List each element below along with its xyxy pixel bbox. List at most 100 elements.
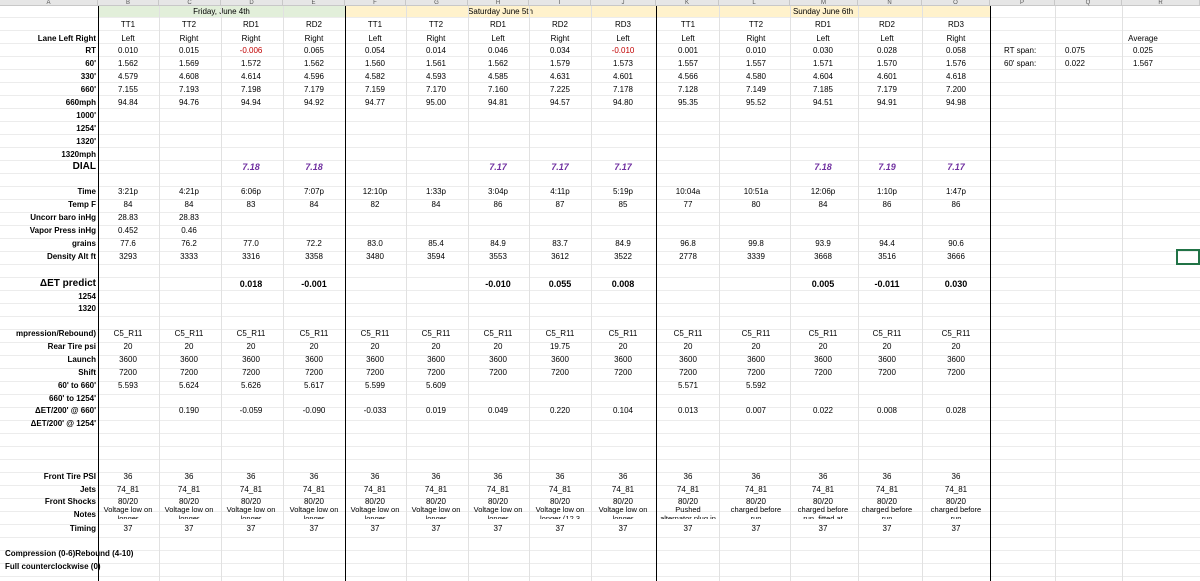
cell-timing[interactable]: 37 [619, 524, 628, 534]
rt-span-label[interactable]: RT span: [1004, 46, 1036, 56]
cell-det660[interactable]: 0.220 [550, 406, 570, 416]
cell-density[interactable]: 3612 [551, 252, 569, 262]
cell-time[interactable]: 4:21p [179, 187, 199, 197]
row-label-grains[interactable]: grains [72, 239, 96, 249]
cell-jets[interactable]: 74_81 [364, 485, 386, 495]
cell-s660[interactable]: 7.193 [179, 85, 199, 95]
cell-et_predict[interactable]: 0.055 [549, 279, 572, 289]
cell-rt[interactable]: 0.015 [179, 46, 199, 56]
cell-mph660[interactable]: 94.84 [118, 98, 138, 108]
cell-s660[interactable]: 7.159 [365, 85, 385, 95]
cell-rear_psi[interactable]: 20 [432, 342, 441, 352]
cell-s660[interactable]: 7.149 [746, 85, 766, 95]
cell-notes2[interactable]: longer (12.3 [540, 514, 580, 519]
run-header[interactable]: TT1 [121, 20, 135, 30]
cell-notes2[interactable]: run [882, 514, 893, 519]
cell-det660[interactable]: 0.049 [488, 406, 508, 416]
cell-notes2[interactable]: alternator plug in [660, 514, 716, 519]
row-label-mph660[interactable]: 660mph [66, 98, 96, 108]
cell-shift[interactable]: 7200 [305, 368, 323, 378]
cell-grains[interactable]: 77.0 [243, 239, 259, 249]
cell-s330[interactable]: 4.631 [550, 72, 570, 82]
cell-front_psi[interactable]: 36 [819, 472, 828, 482]
row-label-lane[interactable]: Lane Left Right [38, 34, 96, 44]
cell-lane[interactable]: Right [747, 34, 766, 44]
cell-s60_660[interactable]: 5.609 [426, 381, 446, 391]
cell-rear_psi[interactable]: 20 [684, 342, 693, 352]
s60-span-value[interactable]: 0.022 [1065, 59, 1085, 69]
row-label-rt[interactable]: RT [85, 46, 96, 56]
cell-mph660[interactable]: 95.35 [678, 98, 698, 108]
cell-front_psi[interactable]: 36 [952, 472, 961, 482]
cell-comp[interactable]: C5_R11 [873, 329, 902, 339]
row-label-s1254[interactable]: 1254' [76, 124, 96, 134]
cell-launch[interactable]: 3600 [814, 355, 832, 365]
cell-s60[interactable]: 1.569 [179, 59, 199, 69]
cell-shift[interactable]: 7200 [614, 368, 632, 378]
row-label-launch[interactable]: Launch [68, 355, 96, 365]
cell-rear_psi[interactable]: 20 [819, 342, 828, 352]
cell-grains[interactable]: 85.4 [428, 239, 444, 249]
cell-front_psi[interactable]: 36 [185, 472, 194, 482]
cell-s660[interactable]: 7.160 [488, 85, 508, 95]
cell-s330[interactable]: 4.580 [746, 72, 766, 82]
row-label-jets[interactable]: Jets [80, 485, 96, 495]
cell-shift[interactable]: 7200 [366, 368, 384, 378]
cell-dial[interactable]: 7.18 [814, 162, 832, 172]
cell-jets[interactable]: 74_81 [240, 485, 262, 495]
cell-comp[interactable]: C5_R11 [674, 329, 703, 339]
run-header[interactable]: RD1 [243, 20, 259, 30]
cell-lane[interactable]: Left [880, 34, 893, 44]
cell-grains[interactable]: 83.7 [552, 239, 568, 249]
cell-comp[interactable]: C5_R11 [942, 329, 971, 339]
cell-s60_660[interactable]: 5.624 [179, 381, 199, 391]
cell-notes2[interactable]: longer [118, 514, 139, 519]
cell-shift[interactable]: 7200 [119, 368, 137, 378]
cell-s660[interactable]: 7.198 [241, 85, 261, 95]
cell-timing[interactable]: 37 [247, 524, 256, 534]
cell-s330[interactable]: 4.582 [365, 72, 385, 82]
cell-grains[interactable]: 90.6 [948, 239, 964, 249]
cell-temp[interactable]: 85 [619, 200, 628, 210]
cell-temp[interactable]: 82 [371, 200, 380, 210]
cell-grains[interactable]: 84.9 [490, 239, 506, 249]
cell-density[interactable]: 3480 [366, 252, 384, 262]
cell-s60_660[interactable]: 5.593 [118, 381, 138, 391]
cell-s60_660[interactable]: 5.599 [365, 381, 385, 391]
cell-s330[interactable]: 4.596 [304, 72, 324, 82]
cell-launch[interactable]: 3600 [305, 355, 323, 365]
cell-mph660[interactable]: 94.51 [813, 98, 833, 108]
cell-notes2[interactable]: longer [426, 514, 447, 519]
cell-density[interactable]: 3316 [242, 252, 260, 262]
cell-det660[interactable]: 0.104 [613, 406, 633, 416]
row-label-comp[interactable]: mpression/Rebound) [16, 329, 96, 339]
cell-front_psi[interactable]: 36 [310, 472, 319, 482]
cell-det660[interactable]: 0.028 [946, 406, 966, 416]
cell-rear_psi[interactable]: 20 [752, 342, 761, 352]
cell-jets[interactable]: 74_81 [612, 485, 634, 495]
cell-et_predict[interactable]: 0.018 [240, 279, 263, 289]
cell-shift[interactable]: 7200 [814, 368, 832, 378]
cell-front_psi[interactable]: 36 [247, 472, 256, 482]
run-header[interactable]: RD3 [615, 20, 631, 30]
cell-mph660[interactable]: 94.92 [304, 98, 324, 108]
run-header[interactable]: RD2 [879, 20, 895, 30]
cell-notes2[interactable]: run [751, 514, 762, 519]
cell-comp[interactable]: C5_R11 [175, 329, 204, 339]
cell-s660[interactable]: 7.179 [877, 85, 897, 95]
column-header-q[interactable]: Q [1055, 0, 1122, 6]
cell-rear_psi[interactable]: 20 [494, 342, 503, 352]
cell-front_psi[interactable]: 36 [619, 472, 628, 482]
cell-lane[interactable]: Left [816, 34, 829, 44]
cell-timing[interactable]: 37 [684, 524, 693, 534]
cell-et_predict[interactable]: -0.011 [874, 279, 899, 289]
cell-grains[interactable]: 76.2 [181, 239, 197, 249]
cell-density[interactable]: 3333 [180, 252, 198, 262]
cell-notes2[interactable]: longer [241, 514, 262, 519]
cell-s60_660[interactable]: 5.571 [678, 381, 698, 391]
cell-timing[interactable]: 37 [494, 524, 503, 534]
cell-s330[interactable]: 4.579 [118, 72, 138, 82]
cell-timing[interactable]: 37 [952, 524, 961, 534]
cell-rear_psi[interactable]: 20 [247, 342, 256, 352]
cell-temp[interactable]: 87 [556, 200, 565, 210]
